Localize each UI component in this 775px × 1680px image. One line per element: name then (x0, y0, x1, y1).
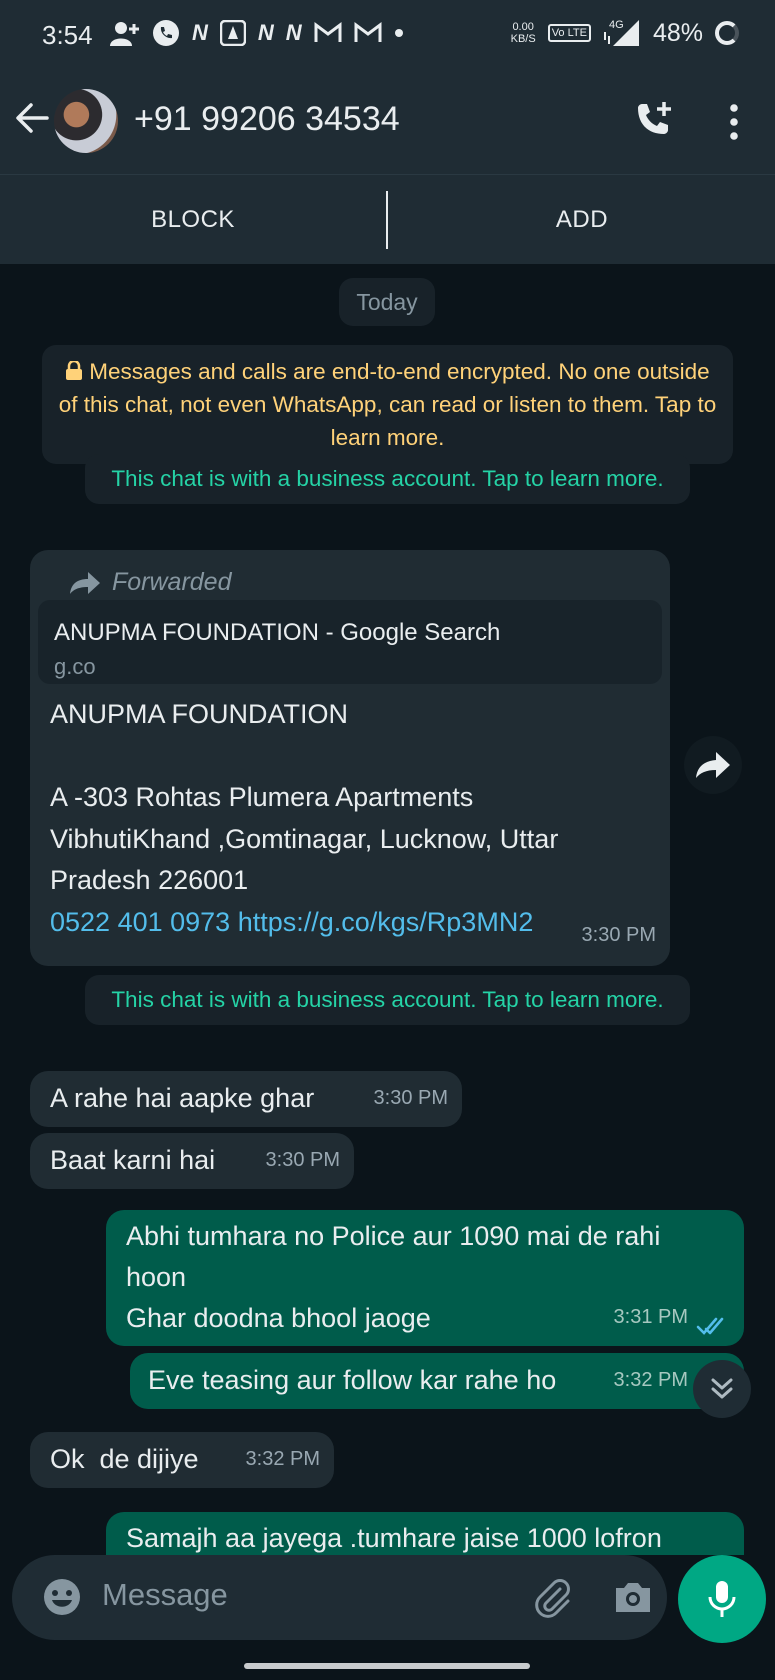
message-time: 3:32 PM (613, 1369, 688, 1391)
link-preview-title: ANUPMA FOUNDATION - Google Search (54, 619, 501, 646)
add-contact-button[interactable]: ADD (389, 175, 775, 265)
back-arrow-icon[interactable] (14, 100, 50, 136)
message-body: ANUPMA FOUNDATION A -303 Rohtas Plumera … (50, 694, 558, 943)
n-icon: N (257, 20, 274, 45)
net-speed-value: 0.00 (512, 21, 534, 33)
message-placeholder[interactable]: Message (102, 1577, 228, 1613)
message-line: Abhi tumhara no Police aur 1090 mai de r… (126, 1221, 661, 1251)
gmail-icon (314, 22, 342, 42)
scroll-to-bottom-button[interactable] (693, 1360, 751, 1418)
incoming-message[interactable]: Ok de dijiye 3:32 PM (30, 1432, 334, 1488)
camera-icon[interactable] (612, 1576, 654, 1618)
notification-icons: N N N (110, 19, 404, 47)
phone-link[interactable]: 0522 401 0973 (50, 907, 230, 937)
forwarded-label: Forwarded (70, 562, 232, 603)
encryption-text: Messages and calls are end-to-end encryp… (58, 359, 717, 450)
incoming-message[interactable]: Baat karni hai 3:30 PM (30, 1133, 354, 1189)
message-time: 3:30 PM (265, 1149, 340, 1171)
date-divider: Today (339, 278, 435, 326)
incoming-message[interactable]: A rahe hai aapke ghar 3:30 PM (30, 1071, 462, 1127)
message-text: Samajh aa jayega .tumhare jaise 1000 lof… (126, 1523, 662, 1553)
link-preview[interactable]: ANUPMA FOUNDATION - Google Search g.co (38, 600, 662, 684)
message-line: VibhutiKhand ,Gomtinagar, Lucknow, Uttar (50, 823, 559, 854)
message-time: 3:32 PM (245, 1448, 320, 1470)
business-notice[interactable]: This chat is with a business account. Ta… (85, 454, 690, 504)
message-text: A rahe hai aapke ghar (50, 1083, 315, 1113)
gmail-icon (354, 22, 382, 42)
message-text: Ok de dijiye (50, 1444, 199, 1474)
message-line: hoon (126, 1262, 187, 1292)
add-call-icon[interactable] (634, 100, 674, 140)
lock-icon (66, 359, 83, 380)
chat-header: +91 99206 34534 (0, 70, 775, 174)
home-indicator[interactable] (244, 1663, 530, 1669)
battery-percent: 48% (652, 18, 703, 47)
link-preview-domain: g.co (54, 654, 96, 679)
net-speed: 0.00 KB/S (511, 21, 536, 45)
add-user-icon (110, 22, 139, 46)
encryption-notice[interactable]: Messages and calls are end-to-end encryp… (42, 345, 733, 464)
url-link[interactable]: https://g.co/kgs/Rp3MN2 (238, 907, 534, 937)
outgoing-message[interactable]: Eve teasing aur follow kar rahe ho 3:32 … (130, 1353, 744, 1409)
message-line: Ghar doodna bhool jaoge (126, 1303, 431, 1333)
drive-icon (219, 20, 246, 46)
forward-arrow-icon (70, 571, 100, 594)
forward-share-button[interactable] (684, 736, 742, 794)
outgoing-message[interactable]: Abhi tumhara no Police aur 1090 mai de r… (106, 1210, 744, 1346)
signal-icon: 4G (603, 19, 639, 46)
status-right: 0.00 KB/S Vo LTE 4G 48% (511, 18, 739, 48)
message-line: A -303 Rohtas Plumera Apartments (50, 782, 474, 812)
double-chevron-down-icon (711, 1378, 733, 1399)
network-label: 4G (609, 19, 624, 31)
more-options-icon[interactable] (722, 102, 746, 142)
chat-messages-area[interactable]: Today Messages and calls are end-to-end … (0, 264, 775, 1555)
emoji-icon[interactable] (42, 1577, 82, 1617)
status-bar: 3:54 N N N 0.00 KB/S Vo LTE 4G 48% (0, 0, 775, 70)
unknown-contact-actions: BLOCK ADD (0, 174, 775, 265)
message-input-bar: Message (0, 1555, 775, 1680)
message-time: 3:30 PM (373, 1087, 448, 1109)
n-icon: N (285, 20, 302, 45)
forwarded-message-bubble[interactable]: Forwarded ANUPMA FOUNDATION - Google Sea… (30, 550, 670, 966)
message-text: Eve teasing aur follow kar rahe ho (148, 1365, 557, 1395)
outgoing-message[interactable]: Samajh aa jayega .tumhare jaise 1000 lof… (106, 1512, 744, 1555)
volte-badge: Vo LTE (547, 24, 591, 42)
net-speed-unit: KB/S (510, 33, 536, 45)
action-divider (386, 191, 388, 249)
business-notice[interactable]: This chat is with a business account. Ta… (85, 975, 690, 1025)
n-icon: N (192, 20, 208, 45)
contact-name[interactable]: +91 99206 34534 (134, 100, 400, 139)
status-time: 3:54 (42, 20, 93, 50)
message-field[interactable]: Message (12, 1555, 667, 1640)
message-text: Baat karni hai (50, 1145, 216, 1175)
block-button[interactable]: BLOCK (0, 175, 386, 265)
read-receipt-icon (696, 1317, 724, 1335)
contact-avatar[interactable] (54, 89, 118, 153)
phone-icon (153, 20, 179, 46)
attach-icon[interactable] (530, 1575, 574, 1619)
message-time: 3:31 PM (613, 1306, 688, 1328)
mic-button[interactable] (678, 1555, 766, 1643)
forwarded-text: Forwarded (112, 568, 232, 596)
mic-icon (708, 1581, 736, 1617)
message-time: 3:30 PM (581, 924, 656, 946)
message-line: ANUPMA FOUNDATION (50, 699, 349, 729)
share-arrow-icon (696, 752, 730, 778)
message-line: Pradesh 226001 (50, 865, 249, 895)
dot-icon (394, 29, 403, 37)
battery-icon (715, 21, 739, 45)
message-text: Abhi tumhara no Police aur 1090 mai de r… (126, 1216, 660, 1339)
